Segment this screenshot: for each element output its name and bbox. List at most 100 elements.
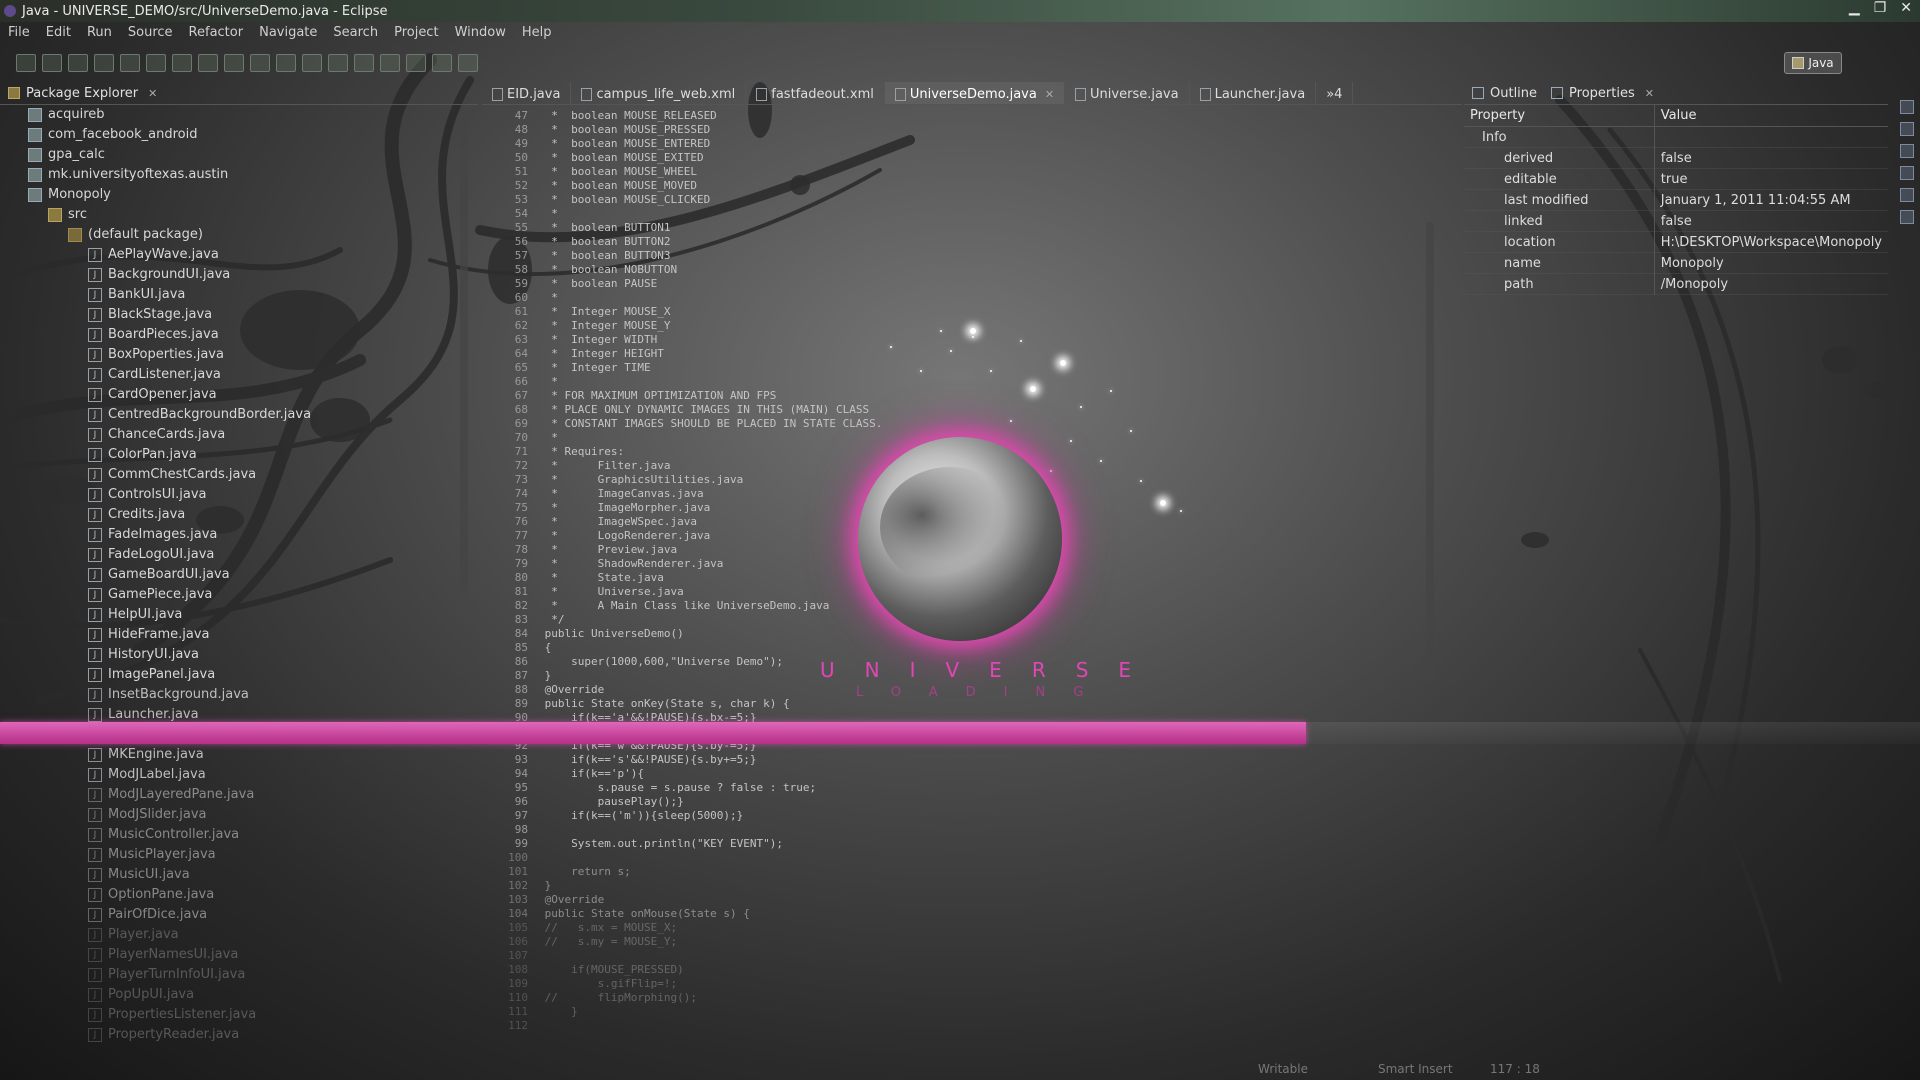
table-row[interactable]: name Monopoly [1464, 252, 1888, 274]
tree-item[interactable]: J InsetBackground.java [0, 685, 478, 705]
package-explorer-title[interactable]: Package Explorer [26, 86, 138, 101]
tree-item[interactable]: J ModJLayeredPane.java [0, 785, 478, 805]
tree-item[interactable]: J BackgroundUI.java [0, 265, 478, 285]
tree-item[interactable]: J PropertyReader.java [0, 1025, 478, 1045]
tree-item[interactable]: J PopUpUI.java [0, 985, 478, 1005]
tree-item[interactable]: J HistoryUI.java [0, 645, 478, 665]
tree-item[interactable]: J Credits.java [0, 505, 478, 525]
progress-icon[interactable] [1900, 210, 1914, 224]
tree-item[interactable]: J BankUI.java [0, 285, 478, 305]
editor-tab[interactable]: fastfadeout.xml [746, 82, 885, 104]
tree-item[interactable]: J AePlayWave.java [0, 245, 478, 265]
tree-item[interactable]: J BoardPieces.java [0, 325, 478, 345]
tree-item[interactable]: acquireb [0, 105, 478, 125]
new-package-icon[interactable] [250, 54, 270, 72]
tree-item[interactable]: J PlayerNamesUI.java [0, 945, 478, 965]
table-row[interactable]: last modified January 1, 2011 11:04:55 AM [1464, 189, 1888, 211]
tree-item[interactable]: J ImagePanel.java [0, 665, 478, 685]
tree-item[interactable]: J GamePiece.java [0, 585, 478, 605]
tree-item[interactable]: src [0, 205, 478, 225]
tree-item[interactable]: J CardListener.java [0, 365, 478, 385]
tree-item[interactable]: J OptionPane.java [0, 885, 478, 905]
column-header-value[interactable]: Value [1654, 105, 1888, 127]
save-all-icon[interactable] [68, 54, 88, 72]
declaration-icon[interactable] [1900, 166, 1914, 180]
tree-item[interactable]: Monopoly [0, 185, 478, 205]
menu-help[interactable]: Help [514, 24, 560, 44]
tree-item[interactable]: J HelpUI.java [0, 605, 478, 625]
package-explorer-scrollbar[interactable] [460, 122, 468, 592]
tree-item[interactable]: J GameBoardUI.java [0, 565, 478, 585]
toggle-mark-icon[interactable] [354, 54, 374, 72]
javadoc-icon[interactable] [1900, 144, 1914, 158]
editor-tab[interactable]: »4 [1316, 82, 1354, 104]
menu-source[interactable]: Source [120, 24, 181, 44]
prev-annotation-icon[interactable] [406, 54, 426, 72]
tree-item[interactable]: J FadeImages.java [0, 525, 478, 545]
tree-item[interactable]: J CardOpener.java [0, 385, 478, 405]
new-icon[interactable] [16, 54, 36, 72]
table-row[interactable]: Info [1464, 126, 1888, 148]
tree-item[interactable]: J MusicUI.java [0, 865, 478, 885]
search-icon[interactable] [328, 54, 348, 72]
forward-icon[interactable] [458, 54, 478, 72]
open-type-icon[interactable] [302, 54, 322, 72]
close-icon[interactable]: ✕ [1645, 87, 1654, 100]
tree-item[interactable]: J MKEngine.java [0, 745, 478, 765]
menu-navigate[interactable]: Navigate [251, 24, 325, 44]
table-row[interactable]: derived false [1464, 147, 1888, 169]
menu-run[interactable]: Run [79, 24, 120, 44]
tree-item[interactable]: J PlayerTurnInfoUI.java [0, 965, 478, 985]
table-row[interactable]: editable true [1464, 168, 1888, 190]
run-icon[interactable] [172, 54, 192, 72]
editor-tab[interactable]: Launcher.java [1190, 82, 1317, 104]
external-tools-icon[interactable] [198, 54, 218, 72]
tree-item[interactable]: J HideFrame.java [0, 625, 478, 645]
menu-edit[interactable]: Edit [38, 24, 79, 44]
tree-item[interactable]: J Player.java [0, 925, 478, 945]
tree-item[interactable]: J ControlsUI.java [0, 485, 478, 505]
print-icon[interactable] [94, 54, 114, 72]
editor-tab[interactable]: EID.java [482, 82, 572, 104]
tab-properties[interactable]: Properties [1569, 86, 1635, 101]
tree-item[interactable]: J ModJSlider.java [0, 805, 478, 825]
tree-item[interactable]: (default package) [0, 225, 478, 245]
new-class-icon[interactable] [276, 54, 296, 72]
task-list-icon[interactable] [1900, 100, 1914, 114]
next-annotation-icon[interactable] [380, 54, 400, 72]
tree-item[interactable]: J BoxPoperties.java [0, 345, 478, 365]
tree-item[interactable]: J ChanceCards.java [0, 425, 478, 445]
tree-item[interactable]: com_facebook_android [0, 125, 478, 145]
back-icon[interactable] [432, 54, 452, 72]
tree-item[interactable]: J MusicPlayer.java [0, 845, 478, 865]
tree-item[interactable]: J PropertiesListener.java [0, 1005, 478, 1025]
tree-item[interactable]: J ModJLabel.java [0, 765, 478, 785]
new-java-project-icon[interactable] [224, 54, 244, 72]
tree-item[interactable]: J FadeLogoUI.java [0, 545, 478, 565]
editor-scrollbar[interactable] [1426, 222, 1434, 682]
editor-tab[interactable]: UniverseDemo.java ✕ [884, 82, 1066, 104]
tree-item[interactable]: J BlackStage.java [0, 305, 478, 325]
close-icon[interactable]: ✕ [148, 87, 157, 100]
build-icon[interactable] [120, 54, 140, 72]
close-icon[interactable]: ✕ [1900, 0, 1912, 16]
problems-icon[interactable] [1900, 122, 1914, 136]
tree-item[interactable]: gpa_calc [0, 145, 478, 165]
save-icon[interactable] [42, 54, 62, 72]
console-icon[interactable] [1900, 188, 1914, 202]
tree-item[interactable]: mk.universityoftexas.austin [0, 165, 478, 185]
tab-outline[interactable]: Outline [1490, 86, 1537, 101]
debug-icon[interactable] [146, 54, 166, 72]
close-icon[interactable]: ✕ [1045, 88, 1054, 101]
menu-refactor[interactable]: Refactor [181, 24, 252, 44]
minimize-icon[interactable]: ▁ [1849, 0, 1860, 16]
java-perspective-button[interactable]: Java [1784, 52, 1842, 74]
tree-item[interactable]: J CommChestCards.java [0, 465, 478, 485]
editor-tab[interactable]: campus_life_web.xml [571, 82, 747, 104]
menu-window[interactable]: Window [447, 24, 514, 44]
table-row[interactable]: location H:\DESKTOP\Workspace\Monopoly [1464, 231, 1888, 253]
column-header-property[interactable]: Property [1464, 105, 1655, 127]
table-row[interactable]: linked false [1464, 210, 1888, 232]
table-row[interactable]: path/Monopoly [1464, 273, 1888, 295]
maximize-icon[interactable]: ❐ [1874, 0, 1887, 16]
